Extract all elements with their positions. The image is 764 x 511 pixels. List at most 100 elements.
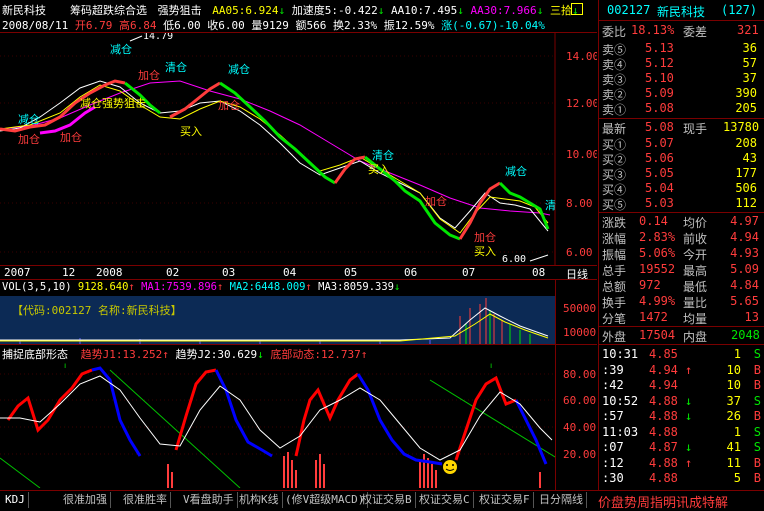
trade-side: B	[753, 362, 761, 377]
trade-side: B	[753, 378, 761, 392]
annotation: 加仓	[60, 130, 82, 144]
last-label: 最新	[602, 122, 627, 136]
stat-label: 均价	[683, 216, 708, 230]
volume-chart[interactable]	[0, 296, 555, 344]
stat-value: 1472	[639, 310, 668, 324]
trade-vol: 37	[726, 393, 741, 408]
trade-time: :07	[602, 440, 624, 454]
trade-vol: 1	[733, 424, 741, 439]
tab-indicator[interactable]: 权证交易B	[358, 492, 416, 508]
outer-label: 外盘	[602, 330, 627, 344]
date-label: 08	[532, 266, 546, 279]
annotation: 加仓	[425, 194, 447, 208]
annotation: 清仓	[372, 148, 394, 162]
bid-price: 5.03	[645, 196, 674, 210]
trade-price: 4.94	[649, 362, 678, 377]
info-change: 涨(-0.67)-10.04%	[441, 19, 545, 32]
trade-side: B	[753, 471, 761, 485]
ask-row[interactable]: 卖① 5.08 205	[599, 101, 764, 117]
bid-row[interactable]: 买② 5.06 43	[599, 151, 764, 167]
trade-price: 4.87	[649, 440, 678, 454]
info-volume: 量9129	[251, 19, 289, 32]
trade-row: :12 4.88 ↑ 11 B	[599, 456, 764, 472]
quote-panel: 002127 新民科技 (127) 委比 18.13% 委差 321 卖⑤ 5.…	[598, 0, 764, 490]
annotation: 减仓	[505, 164, 527, 178]
stat-label: 涨跌	[602, 216, 627, 230]
stat-row: 振幅 5.06% 今开 4.93	[599, 246, 764, 262]
ma2-value: MA2:6448.009	[229, 281, 306, 293]
tab-indicator[interactable]: (修V超级MACD)	[282, 492, 369, 508]
tab-indicator[interactable]: 很准加强	[60, 492, 111, 508]
bid-row[interactable]: 买③ 5.05 177	[599, 166, 764, 182]
trade-vol: 41	[726, 440, 741, 454]
strength-label: 强势狙击	[157, 4, 202, 17]
last-value: 5.08	[645, 120, 674, 134]
ask-label: 卖①	[602, 103, 627, 117]
indicator-name[interactable]: 筹码超跌综合选	[70, 4, 147, 17]
ask-row[interactable]: 卖③ 5.10 37	[599, 71, 764, 87]
tab-indicator[interactable]: 权证交易F	[476, 492, 534, 508]
stat-value: 972	[639, 278, 661, 292]
info-close: 收6.00	[207, 19, 245, 32]
date-label: 12	[62, 266, 76, 279]
stat-label: 均量	[683, 312, 708, 326]
bid-price: 5.04	[645, 181, 674, 195]
ask-row[interactable]: 卖② 5.09 390	[599, 86, 764, 102]
annotation: 清	[545, 199, 556, 212]
tab-indicator[interactable]: V看盘助手	[180, 492, 238, 508]
smiley-icon	[443, 460, 457, 474]
bid-row[interactable]: 买④ 5.04 506	[599, 181, 764, 197]
aa05-arrow: ↓	[278, 4, 286, 17]
ma3-arrow: ↓	[394, 281, 401, 293]
ask-vol: 390	[735, 86, 757, 100]
trade-arrow: ↑	[685, 362, 693, 377]
info-date: 2008/08/11	[2, 19, 69, 32]
trade-price: 4.88	[649, 409, 678, 423]
wc-label: 委差	[683, 25, 708, 39]
aa10-arrow: ↓	[457, 4, 464, 17]
trade-price: 4.88	[649, 393, 678, 408]
stat-row: 涨跌 0.14 均价 4.97	[599, 214, 764, 230]
stat-value: 19552	[639, 262, 676, 276]
info-line: 2008/08/11 开6.79 高6.84 低6.00 收6.00 量9129…	[2, 17, 545, 33]
tab-indicator[interactable]: 日分隔线	[536, 492, 587, 508]
info-low: 低6.00	[163, 19, 201, 32]
stat-value: 5.09	[730, 262, 759, 276]
tab-indicator[interactable]: 权证交易C	[416, 492, 474, 508]
stat-label: 换手	[602, 296, 627, 310]
ma1-arrow: ↑	[216, 281, 224, 293]
stat-row: 涨幅 2.83% 前收 4.94	[599, 230, 764, 246]
panel-toggle-icon[interactable]	[571, 3, 583, 15]
ask-row[interactable]: 卖⑤ 5.13 36	[599, 41, 764, 57]
stat-value: 13	[744, 310, 759, 324]
date-label: 2008	[96, 266, 123, 279]
tab-indicator[interactable]: 机构K线	[236, 492, 283, 508]
stat-value: 0.14	[639, 214, 668, 228]
ask-row[interactable]: 卖④ 5.12 57	[599, 56, 764, 72]
sanshi-value: 三拾	[549, 4, 572, 17]
trade-price: 4.88	[649, 424, 678, 439]
wb-label: 委比	[602, 25, 627, 39]
last-row: 最新 5.08 现手 13780	[599, 120, 764, 136]
now-value: 13780	[723, 120, 760, 134]
trade-time: 10:52	[602, 393, 639, 408]
stat-label: 总额	[602, 280, 627, 294]
oscillator-chart[interactable]: ı ı	[0, 360, 555, 488]
stat-label: 前收	[683, 232, 708, 246]
stat-label: 振幅	[602, 248, 627, 262]
main-price-chart[interactable]: 14.79 6.00 减仓 加仓 加仓 减仓 减仓强势狙击 清仓 加仓 减仓 加…	[0, 33, 597, 265]
info-amount: 额566	[295, 19, 327, 32]
trade-row: :07 4.87 ↓ 41 S	[599, 440, 764, 456]
annotation: 买入	[368, 163, 390, 176]
trade-row: 11:03 4.88 1 S	[599, 425, 764, 441]
trade-arrow: ↑	[685, 455, 693, 470]
tab-indicator[interactable]: KDJ	[2, 492, 29, 508]
trade-side: B	[753, 409, 761, 423]
aa30-arrow: ↓	[536, 4, 544, 17]
bid-row[interactable]: 买⑤ 5.03 112	[599, 196, 764, 212]
tab-indicator[interactable]: 很准胜率	[120, 492, 171, 508]
date-axis: 2007 12 2008 02 03 04 05 06 07 08 日线	[0, 266, 597, 281]
trade-time: :12	[602, 455, 624, 470]
bid-row[interactable]: 买① 5.07 208	[599, 136, 764, 152]
annotation: 减仓强势狙击	[80, 96, 146, 110]
